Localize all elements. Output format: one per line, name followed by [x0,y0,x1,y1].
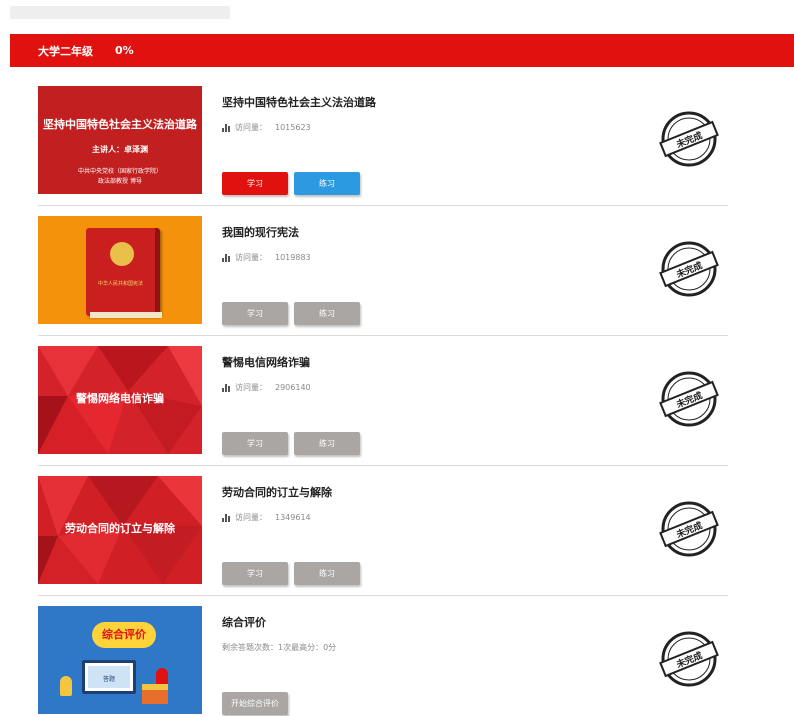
progress-percent: 0% [115,44,134,57]
unfinished-stamp-icon: 未完成 [659,111,719,167]
course-item: 劳动合同的订立与解除 劳动合同的订立与解除 访问量： 1349614 学习 练习… [38,476,728,606]
visit-label: 访问量： [235,253,267,262]
course-title[interactable]: 劳动合同的订立与解除 [222,484,332,500]
course-item: 坚持中国特色社会主义法治道路 主讲人：卓泽渊 中共中央党校（国家行政学院） 政法… [38,86,728,216]
course-thumbnail[interactable]: 坚持中国特色社会主义法治道路 主讲人：卓泽渊 中共中央党校（国家行政学院） 政法… [38,86,202,194]
course-title[interactable]: 我国的现行宪法 [222,224,299,240]
course-thumbnail[interactable]: 警惕网络电信诈骗 [38,346,202,454]
visit-label: 访问量： [235,383,267,392]
unfinished-stamp-icon: 未完成 [659,501,719,557]
grade-header-bar: 大学二年级 0% [10,34,794,67]
practice-button[interactable]: 练习 [294,562,360,585]
evaluation-bubble: 综合评价 [92,622,156,648]
study-button[interactable]: 学习 [222,432,288,455]
unfinished-stamp-icon: 未完成 [659,631,719,687]
course-item: 警惕网络电信诈骗 警惕电信网络诈骗 访问量： 2906140 学习 练习 未完成 [38,346,728,476]
practice-button[interactable]: 练习 [294,432,360,455]
course-thumbnail[interactable]: 中华人民共和国宪法 [38,216,202,324]
course-list: 坚持中国特色社会主义法治道路 主讲人：卓泽渊 中共中央党校（国家行政学院） 政法… [38,86,728,716]
visit-label: 访问量： [235,513,267,522]
bar-chart-icon [222,123,232,132]
course-thumbnail[interactable]: 综合评价 答题 [38,606,202,714]
thumbnail-title: 警惕网络电信诈骗 [76,392,164,405]
grade-title: 大学二年级 [38,44,93,58]
books-icon [142,684,168,704]
practice-button[interactable]: 练习 [294,302,360,325]
thumbnail-affiliation: 中共中央党校（国家行政学院） [77,168,162,175]
bar-chart-icon [222,513,232,522]
person-icon [60,676,72,696]
course-item: 中华人民共和国宪法 我国的现行宪法 访问量： 1019883 学习 练习 未完成 [38,216,728,346]
visit-count-line: 访问量： 1015623 [222,122,311,133]
thumbnail-position: 政法部教授 博导 [98,178,142,185]
visit-count: 1015623 [275,123,311,132]
evaluation-info: 剩余答题次数：1次最高分：0分 [222,643,337,652]
visit-count-line: 访问量： 2906140 [222,382,311,393]
monitor-icon: 答题 [82,660,136,694]
study-button[interactable]: 学习 [222,172,288,195]
book-pages [90,312,162,318]
visit-count-line: 访问量： 1019883 [222,252,311,263]
course-title[interactable]: 综合评价 [222,614,266,630]
monitor-screen-text: 答题 [88,666,130,688]
visit-label: 访问量： [235,123,267,132]
visit-count-line: 访问量： 1349614 [222,512,311,523]
course-title[interactable]: 坚持中国特色社会主义法治道路 [222,94,376,110]
course-thumbnail[interactable]: 劳动合同的订立与解除 [38,476,202,584]
unfinished-stamp-icon: 未完成 [659,371,719,427]
study-button[interactable]: 学习 [222,562,288,585]
course-actions: 学习 练习 [222,302,360,325]
bar-chart-icon [222,383,232,392]
course-item: 综合评价 答题 综合评价 剩余答题次数：1次最高分：0分 开始综合评价 未完成 [38,606,728,716]
thumbnail-title: 坚持中国特色社会主义法治道路 [43,118,197,131]
course-actions: 学习 练习 [222,562,360,585]
top-placeholder-bar [10,6,230,19]
visit-count: 1019883 [275,253,311,262]
course-actions: 开始综合评价 [222,692,288,715]
constitution-book-image: 中华人民共和国宪法 [86,228,160,316]
bar-chart-icon [222,253,232,262]
thumbnail-lecturer: 主讲人：卓泽渊 [92,144,148,154]
unfinished-stamp-icon: 未完成 [659,241,719,297]
course-actions: 学习 练习 [222,172,360,195]
national-emblem-icon [110,242,134,266]
thumbnail-title: 劳动合同的订立与解除 [65,522,175,535]
start-evaluation-button[interactable]: 开始综合评价 [222,692,288,715]
visit-count: 1349614 [275,513,311,522]
book-title: 中华人民共和国宪法 [97,281,143,287]
course-title[interactable]: 警惕电信网络诈骗 [222,354,310,370]
practice-button[interactable]: 练习 [294,172,360,195]
course-actions: 学习 练习 [222,432,360,455]
visit-count: 2906140 [275,383,311,392]
study-button[interactable]: 学习 [222,302,288,325]
